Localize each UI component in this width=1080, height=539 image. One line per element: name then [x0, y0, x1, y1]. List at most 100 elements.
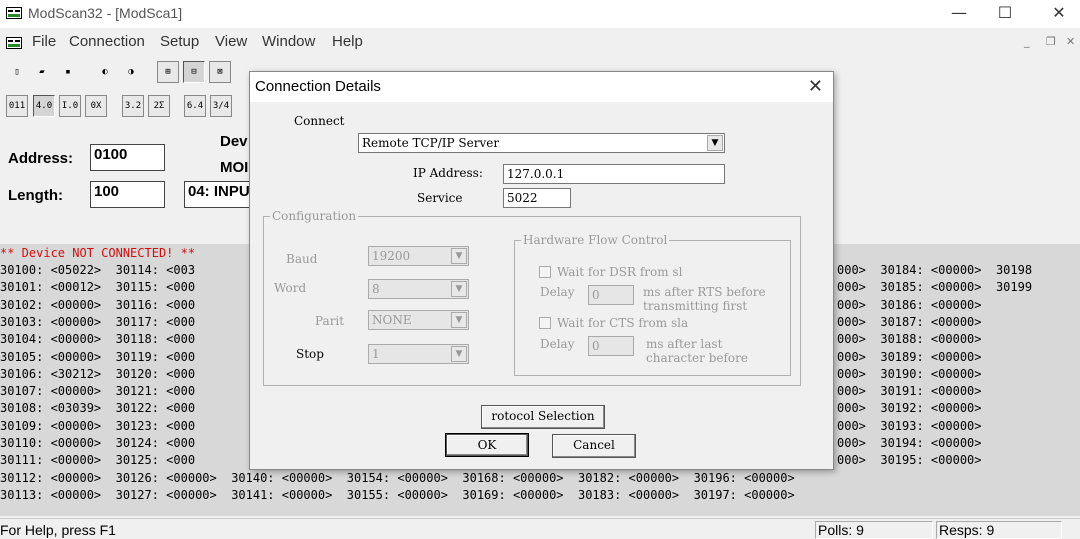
address-field[interactable]: 0100 — [90, 144, 165, 171]
dialog-close-icon[interactable]: ✕ — [808, 76, 823, 97]
register-row: 30113: <00000> 30127: <00000> 30141: <00… — [0, 487, 795, 502]
connect-label: Connect — [294, 114, 345, 128]
register-row: 30103: <00000> 30117: <000 — [0, 314, 196, 329]
register-row: 30111: <00000> 30125: <000 — [0, 453, 196, 468]
wait-dsr-label: Wait for DSR from sl — [557, 265, 683, 279]
ip-address-field[interactable]: 127.0.0.1 — [503, 164, 725, 184]
register-row: 30106: <30212> 30120: <000 — [0, 366, 196, 381]
new-file-icon[interactable]: ▯ — [6, 61, 28, 83]
menu-help[interactable]: Help — [332, 33, 363, 50]
register-row: 000> 30192: <00000> — [837, 401, 982, 416]
disconnect-icon[interactable]: ◑ — [120, 61, 142, 83]
connect-icon[interactable]: ◐ — [94, 61, 116, 83]
register-row: 000> 30195: <00000> — [837, 453, 982, 468]
wait-cts-label: Wait for CTS from sla — [557, 316, 689, 330]
open-folder-icon[interactable]: ▰ — [31, 61, 53, 83]
delay2-label: Delay — [540, 337, 575, 351]
rts-note-line2: transmitting first — [643, 299, 748, 313]
stop-select[interactable]: 1 ▼ — [368, 344, 469, 364]
hex-display-button[interactable]: 0X — [85, 95, 107, 117]
stop-label: Stop — [296, 347, 324, 361]
wait-cts-checkbox[interactable] — [539, 317, 551, 329]
baud-select-value: 19200 — [372, 249, 411, 263]
delay1-field[interactable]: 0 — [588, 285, 634, 305]
network-node-icon[interactable]: ⊟ — [183, 61, 205, 83]
register-row: 000> 30187: <00000> — [837, 314, 982, 329]
baud-select[interactable]: 19200 ▼ — [368, 246, 469, 266]
chevron-down-icon[interactable]: ▼ — [451, 281, 467, 297]
register-row: 30105: <00000> 30119: <000 — [0, 349, 196, 364]
chevron-down-icon[interactable]: ▼ — [707, 135, 723, 151]
register-row: 30108: <03039> 30122: <000 — [0, 401, 196, 416]
modbus-point-type-label: MOI — [220, 159, 249, 176]
register-row: 000> 30184: <00000> 30198 — [837, 263, 1033, 277]
chevron-down-icon[interactable]: ▼ — [451, 248, 467, 264]
parity-select[interactable]: NONE ▼ — [368, 310, 469, 330]
save-icon[interactable]: ▪ — [57, 61, 79, 83]
connection-status: ** Device NOT CONNECTED! ** — [0, 246, 196, 260]
float-swapped-button[interactable]: 2Σ — [148, 95, 170, 117]
point-type-select[interactable]: 04: INPU — [184, 181, 254, 208]
hardware-flow-label: Hardware Flow Control — [521, 233, 670, 247]
display-toolbar: 011 4.0 I.0 0X 3.2 2Σ 6.4 3∕4 — [0, 92, 250, 120]
delay2-field[interactable]: 0 — [588, 336, 634, 356]
mdi-restore-icon[interactable]: ❐ — [1046, 35, 1056, 48]
minimize-icon[interactable]: — — [936, 0, 982, 28]
menu-window[interactable]: Window — [262, 33, 315, 50]
double-display-button[interactable]: 6.4 — [184, 95, 206, 117]
configuration-group-label: Configuration — [270, 209, 359, 223]
mdi-minimize-icon[interactable]: _ — [1024, 35, 1030, 48]
register-row: 000> 30193: <00000> — [837, 418, 982, 433]
chevron-down-icon[interactable]: ▼ — [451, 312, 467, 328]
network-icon[interactable]: ⊞ — [157, 61, 179, 83]
menu-view[interactable]: View — [215, 33, 247, 50]
menu-file[interactable]: File — [32, 33, 56, 50]
connect-select[interactable]: Remote TCP/IP Server ▼ — [358, 133, 725, 153]
window-title: ModScan32 - [ModSca1] — [28, 5, 183, 21]
delay1-label: Delay — [540, 285, 575, 299]
connect-select-value: Remote TCP/IP Server — [362, 136, 500, 150]
cancel-button[interactable]: Cancel — [552, 434, 636, 458]
parity-label: Parit — [315, 314, 345, 328]
service-label: Service — [417, 191, 463, 205]
rts-note-line1: ms after RTS before — [643, 285, 766, 299]
mdi-close-icon[interactable]: ✕ — [1066, 35, 1075, 48]
maximize-icon[interactable]: ☐ — [982, 0, 1028, 28]
status-bar: For Help, press F1 Polls: 9 Resps: 9 — [0, 518, 1080, 539]
binary-display-button[interactable]: 011 — [6, 95, 28, 117]
chevron-down-icon[interactable]: ▼ — [451, 346, 467, 362]
register-row: 000> 30188: <00000> — [837, 332, 982, 347]
protocol-selection-button[interactable]: rotocol Selection — [481, 405, 605, 429]
service-port-field[interactable]: 5022 — [503, 188, 571, 208]
register-row: 30112: <00000> 30126: <00000> 30140: <00… — [0, 470, 795, 485]
float-display-button[interactable]: 3.2 — [122, 95, 144, 117]
document-icon[interactable] — [6, 37, 22, 49]
baud-label: Baud — [286, 252, 318, 266]
register-row: 30109: <00000> 30123: <000 — [0, 418, 196, 433]
register-row: 000> 30189: <00000> — [837, 349, 982, 364]
close-icon[interactable]: ✕ — [1036, 0, 1080, 28]
word-select-value: 8 — [372, 282, 380, 296]
network-search-icon[interactable]: ⊠ — [209, 61, 231, 83]
app-icon — [6, 7, 22, 19]
length-field[interactable]: 100 — [90, 181, 165, 208]
register-row: 30107: <00000> 30121: <000 — [0, 384, 196, 399]
decimal-display-button[interactable]: 4.0 — [33, 95, 55, 117]
last-note-line2: character before — [646, 351, 748, 365]
integer-display-button[interactable]: I.0 — [59, 95, 81, 117]
register-row: 000> 30194: <00000> — [837, 436, 982, 450]
menu-connection[interactable]: Connection — [69, 33, 145, 50]
menu-setup[interactable]: Setup — [160, 33, 199, 50]
main-toolbar: ▯ ▰ ▪ ◐ ◑ ⊞ ⊟ ⊠ — [0, 58, 250, 86]
polls-counter: Polls: 9 — [815, 521, 933, 539]
ip-address-label: IP Address: — [413, 166, 483, 180]
register-row: 30101: <00012> 30115: <000 — [0, 280, 196, 295]
double-swapped-button[interactable]: 3∕4 — [210, 95, 232, 117]
register-row: 000> 30190: <00000> — [837, 366, 982, 381]
word-select[interactable]: 8 ▼ — [368, 279, 469, 299]
register-row: 000> 30186: <00000> — [837, 297, 982, 312]
ok-button[interactable]: OK — [445, 433, 529, 457]
title-bar: ModScan32 - [ModSca1] — ☐ ✕ — [0, 0, 1080, 28]
address-label: Address: — [8, 150, 74, 167]
wait-dsr-checkbox[interactable] — [539, 266, 551, 278]
